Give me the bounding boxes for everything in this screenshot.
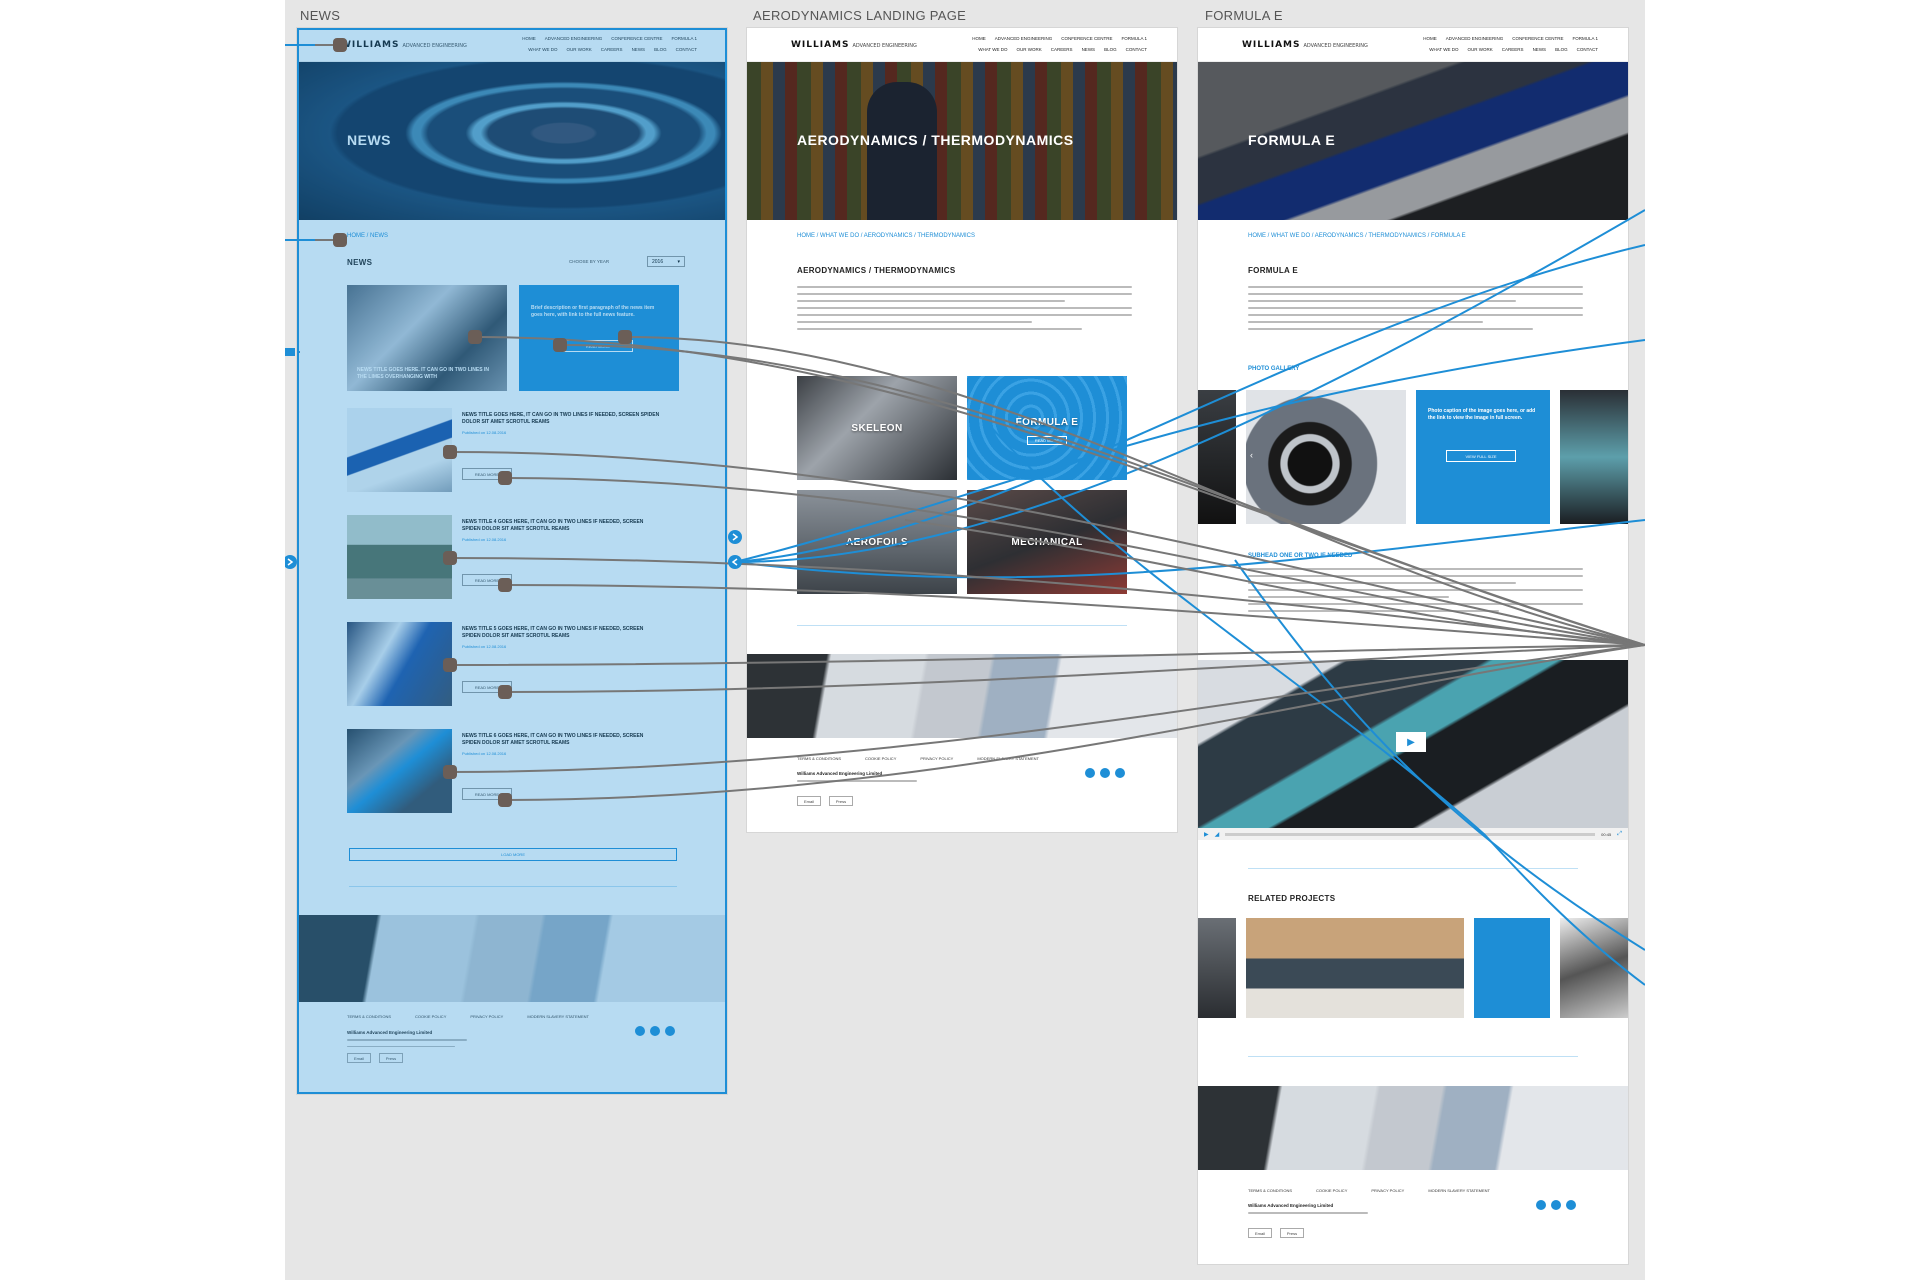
link-targets xyxy=(285,348,742,569)
link-handle[interactable] xyxy=(498,471,512,485)
blue-links xyxy=(285,44,1645,986)
link-handle[interactable] xyxy=(443,658,457,672)
link-target[interactable] xyxy=(728,555,742,569)
prototype-links xyxy=(285,38,1645,986)
link-handle[interactable] xyxy=(285,348,295,356)
link-handle[interactable] xyxy=(498,685,512,699)
link-handle[interactable] xyxy=(443,445,457,459)
link-handle[interactable] xyxy=(553,338,567,352)
link-handle[interactable] xyxy=(498,578,512,592)
link-line[interactable] xyxy=(734,244,1645,563)
grey-links xyxy=(315,44,1645,801)
link-line[interactable] xyxy=(734,339,1645,563)
link-handle[interactable] xyxy=(618,330,632,344)
link-handle[interactable] xyxy=(333,233,347,247)
design-canvas[interactable]: NEWS AERODYNAMICS LANDING PAGE FORMULA E… xyxy=(285,0,1645,1280)
link-line[interactable] xyxy=(624,336,1645,646)
link-line[interactable] xyxy=(559,344,1645,646)
link-handle[interactable] xyxy=(333,38,347,52)
link-handle[interactable] xyxy=(443,765,457,779)
link-handle[interactable] xyxy=(443,551,457,565)
link-handle[interactable] xyxy=(498,793,512,807)
link-target[interactable] xyxy=(728,530,742,544)
link-line[interactable] xyxy=(734,209,1645,563)
link-handle[interactable] xyxy=(468,330,482,344)
link-line[interactable] xyxy=(449,644,1645,666)
link-line[interactable] xyxy=(474,336,1645,646)
link-line[interactable] xyxy=(984,419,1645,986)
